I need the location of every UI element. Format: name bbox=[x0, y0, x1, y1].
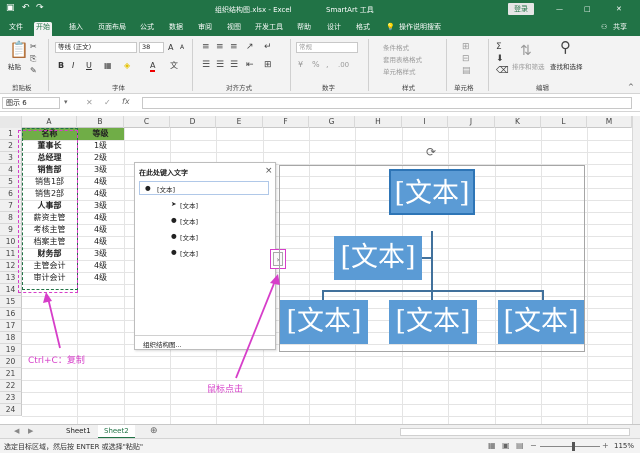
annotation-arrows bbox=[43, 274, 280, 379]
vertical-scrollbar[interactable] bbox=[632, 116, 640, 424]
page-layout-view-icon[interactable]: ▣ bbox=[502, 441, 510, 450]
page-break-view-icon[interactable]: ▤ bbox=[516, 441, 524, 450]
zoom-in-icon[interactable]: + bbox=[602, 441, 609, 450]
sheet-tab-sheet1[interactable]: Sheet1 bbox=[58, 425, 99, 438]
status-message: 选定目标区域，然后按 ENTER 或选择"粘贴" bbox=[4, 443, 144, 451]
zoom-slider[interactable] bbox=[540, 446, 600, 447]
scroll-left-icon[interactable]: ◀ bbox=[14, 427, 19, 435]
normal-view-icon[interactable]: ▦ bbox=[488, 441, 496, 450]
add-sheet-button[interactable]: ⊕ bbox=[150, 426, 158, 436]
status-bar: 选定目标区域，然后按 ENTER 或选择"粘贴" ▦ ▣ ▤ − + 115% bbox=[0, 438, 640, 453]
annotation-click-label: 鼠标点击 bbox=[207, 385, 244, 395]
sheet-tab-bar: ◀ ▶ Sheet1 Sheet2 ⊕ bbox=[0, 424, 640, 439]
annotation-copy-label: Ctrl+C：复制 bbox=[28, 356, 85, 366]
scroll-right-icon[interactable]: ▶ bbox=[28, 427, 33, 435]
horizontal-scrollbar[interactable] bbox=[400, 428, 630, 436]
zoom-level[interactable]: 115% bbox=[614, 442, 634, 450]
zoom-out-icon[interactable]: − bbox=[530, 441, 537, 450]
zoom-slider-thumb[interactable] bbox=[572, 442, 575, 451]
sheet-tab-sheet2[interactable]: Sheet2 bbox=[98, 425, 135, 439]
